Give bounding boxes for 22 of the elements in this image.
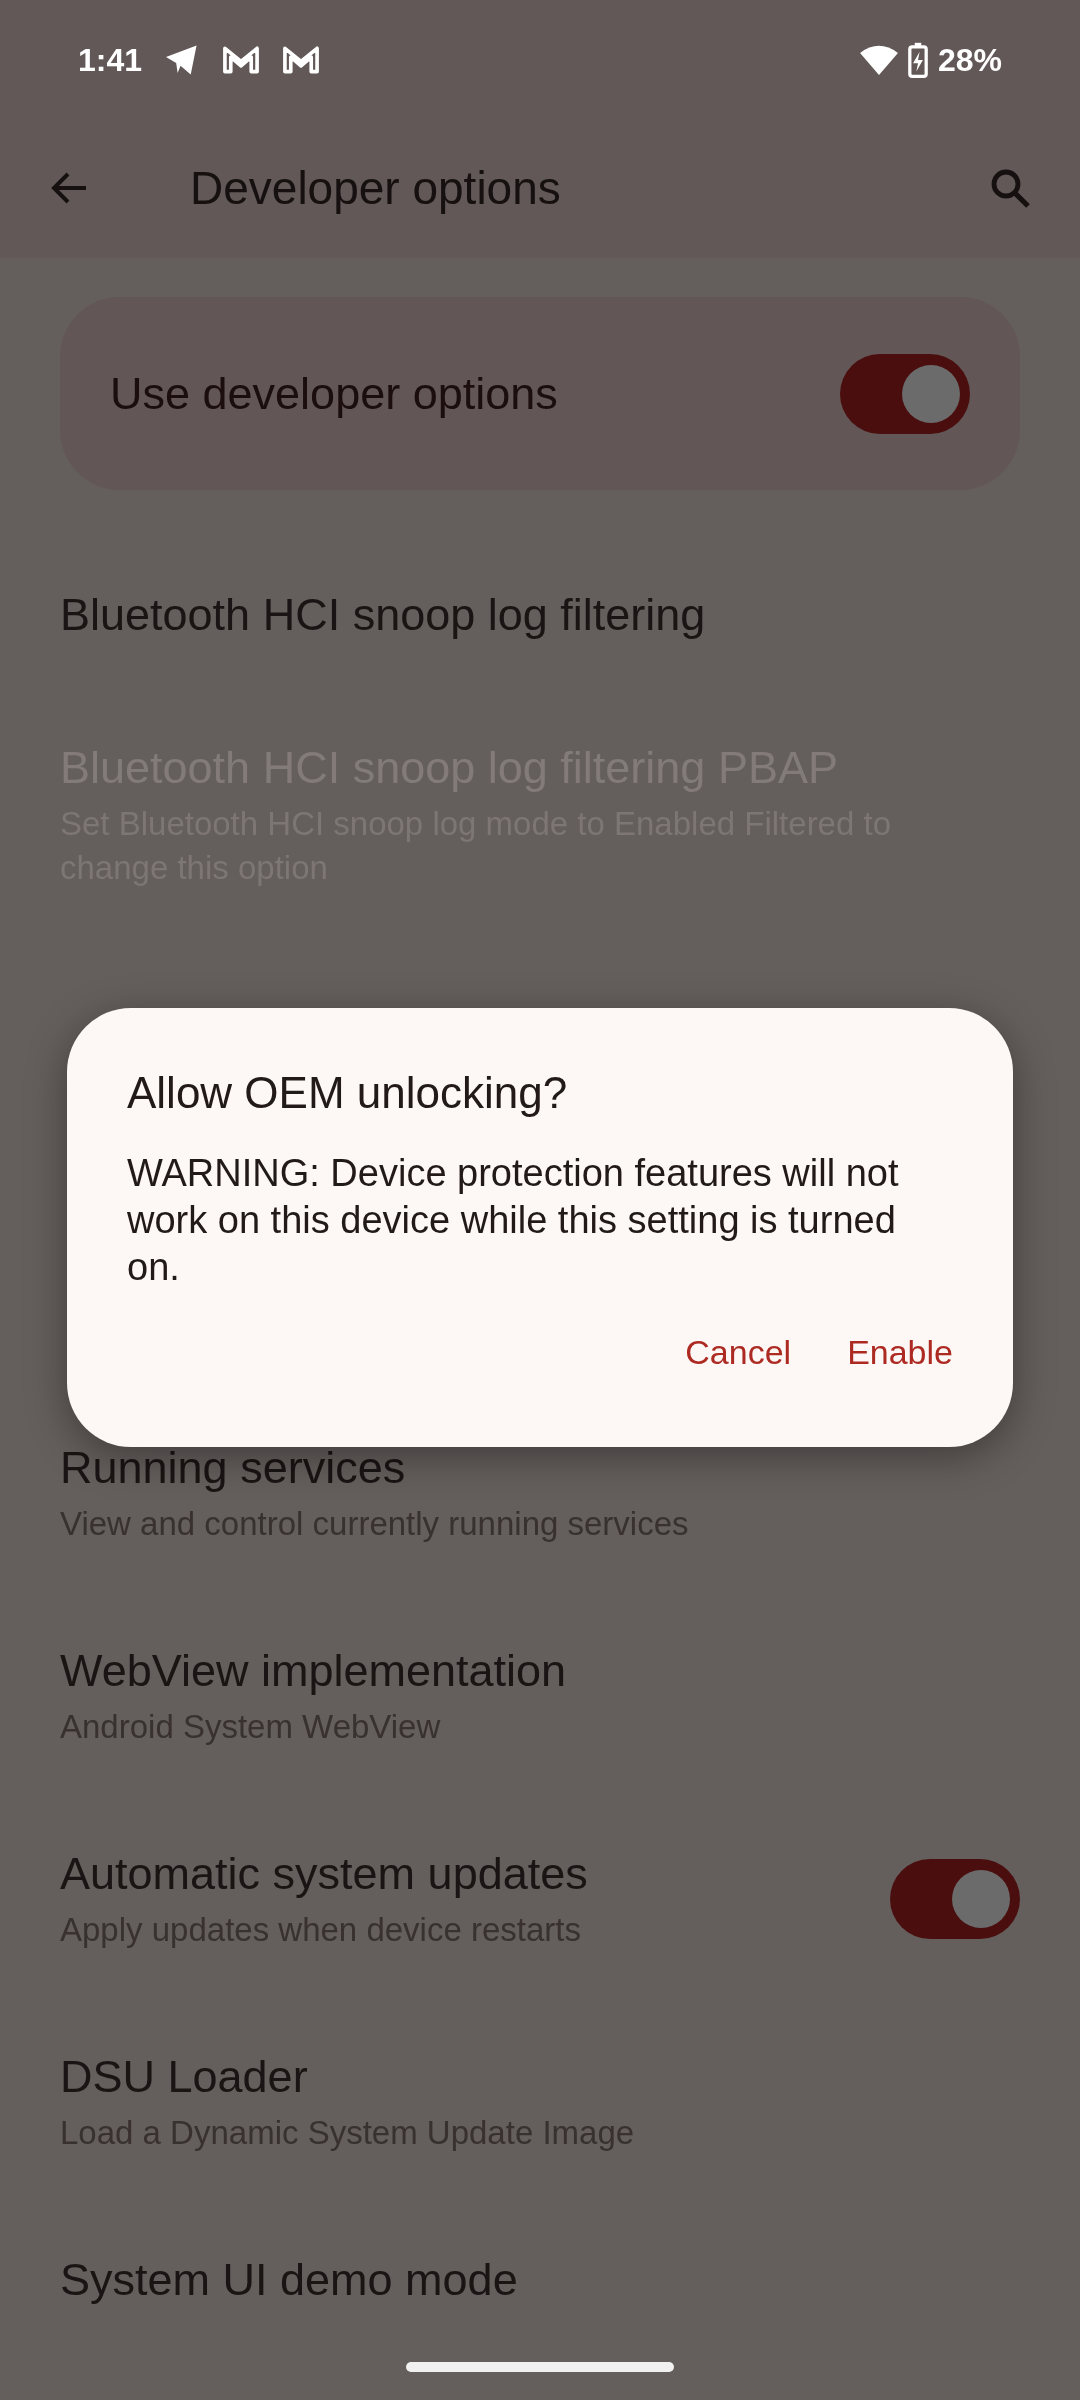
navigation-handle[interactable]: [406, 2362, 674, 2372]
dialog-message: WARNING: Device protection features will not work on this device while this setting is turned on.: [127, 1151, 900, 1290]
list-item-title: Bluetooth HCI snoop log filtering: [60, 588, 706, 642]
clock: 1:41: [78, 41, 143, 80]
wifi-icon: [859, 45, 898, 75]
battery-charging-icon: [907, 42, 928, 78]
list-item-title: System UI demo mode: [60, 2253, 518, 2307]
screen-title: Developer options: [190, 160, 562, 216]
list-item-title: DSU Loader: [60, 2050, 309, 2104]
battery-level: 28%: [937, 41, 1002, 80]
main-switch-label: Use developer options: [110, 366, 558, 421]
settings-item[interactable]: Bluetooth HCI snoop log filtering: [60, 544, 1020, 697]
dialog-button[interactable]: Enable: [827, 1319, 973, 1386]
mail-icon: [222, 45, 261, 75]
dialog-button[interactable]: Cancel: [665, 1319, 812, 1386]
dialog-title: Allow OEM unlocking?: [127, 1067, 569, 1119]
list-item-title: Automatic system updates: [60, 1847, 588, 1901]
list-item-title: WebView implementation: [60, 1644, 567, 1698]
settings-item[interactable]: System UI demo mode: [60, 2209, 1020, 2362]
mail-icon: [282, 45, 321, 75]
list-item-title: Running services: [60, 1441, 407, 1495]
main-switch-card[interactable]: Use developer options: [60, 297, 1020, 490]
